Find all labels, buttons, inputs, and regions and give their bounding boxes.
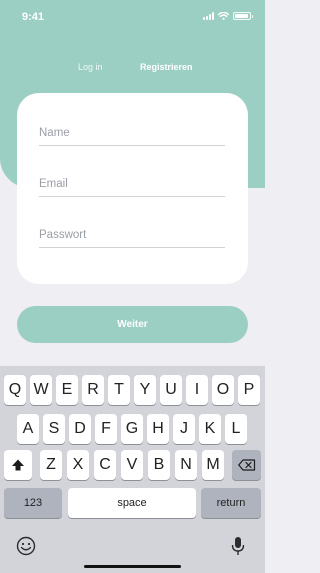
key-y[interactable]: Y xyxy=(134,375,156,405)
password-field xyxy=(39,225,225,248)
key-s[interactable]: S xyxy=(43,414,65,444)
key-d[interactable]: D xyxy=(69,414,91,444)
key-q[interactable]: Q xyxy=(4,375,26,405)
key-w[interactable]: W xyxy=(30,375,52,405)
key-f[interactable]: F xyxy=(95,414,117,444)
key-g[interactable]: G xyxy=(121,414,143,444)
key-v[interactable]: V xyxy=(121,450,143,480)
key-n[interactable]: N xyxy=(175,450,197,480)
key-x[interactable]: X xyxy=(67,450,89,480)
status-time: 9:41 xyxy=(22,11,45,23)
emoji-icon[interactable] xyxy=(16,536,36,556)
key-m[interactable]: M xyxy=(202,450,224,480)
key-e[interactable]: E xyxy=(56,375,78,405)
key-l[interactable]: L xyxy=(225,414,247,444)
home-indicator xyxy=(84,565,181,568)
tab-register[interactable]: Registrieren xyxy=(140,62,193,72)
tab-login[interactable]: Log in xyxy=(78,62,103,72)
signal-icon xyxy=(203,12,214,20)
password-input[interactable] xyxy=(39,229,225,241)
email-input[interactable] xyxy=(39,178,225,190)
key-k[interactable]: K xyxy=(199,414,221,444)
key-a[interactable]: A xyxy=(17,414,39,444)
key-o[interactable]: O xyxy=(212,375,234,405)
key-b[interactable]: B xyxy=(148,450,170,480)
key-p[interactable]: P xyxy=(238,375,260,405)
key-z[interactable]: Z xyxy=(40,450,62,480)
return-key[interactable]: return xyxy=(201,488,261,518)
delete-key[interactable] xyxy=(232,450,261,480)
key-u[interactable]: U xyxy=(160,375,182,405)
status-icons xyxy=(203,12,253,20)
continue-button[interactable]: Weiter xyxy=(17,306,248,343)
numbers-key[interactable]: 123 xyxy=(4,488,62,518)
microphone-icon[interactable] xyxy=(231,536,245,556)
key-t[interactable]: T xyxy=(108,375,130,405)
battery-icon xyxy=(233,12,253,20)
backspace-icon xyxy=(237,459,255,471)
key-i[interactable]: I xyxy=(186,375,208,405)
key-j[interactable]: J xyxy=(173,414,195,444)
key-h[interactable]: H xyxy=(147,414,169,444)
space-key[interactable]: space xyxy=(68,488,196,518)
shift-icon xyxy=(12,459,24,471)
auth-tabs: Log in Registrieren xyxy=(0,62,265,76)
key-c[interactable]: C xyxy=(94,450,116,480)
wifi-icon xyxy=(218,12,229,20)
shift-key[interactable] xyxy=(4,450,32,480)
email-field xyxy=(39,174,225,197)
name-field xyxy=(39,123,225,146)
name-input[interactable] xyxy=(39,127,225,139)
key-r[interactable]: R xyxy=(82,375,104,405)
registration-form-card xyxy=(17,93,248,284)
keyboard: Q W E R T Y U I O P A S D F G H J K L Z … xyxy=(0,366,265,573)
status-bar: 9:41 xyxy=(0,0,265,32)
